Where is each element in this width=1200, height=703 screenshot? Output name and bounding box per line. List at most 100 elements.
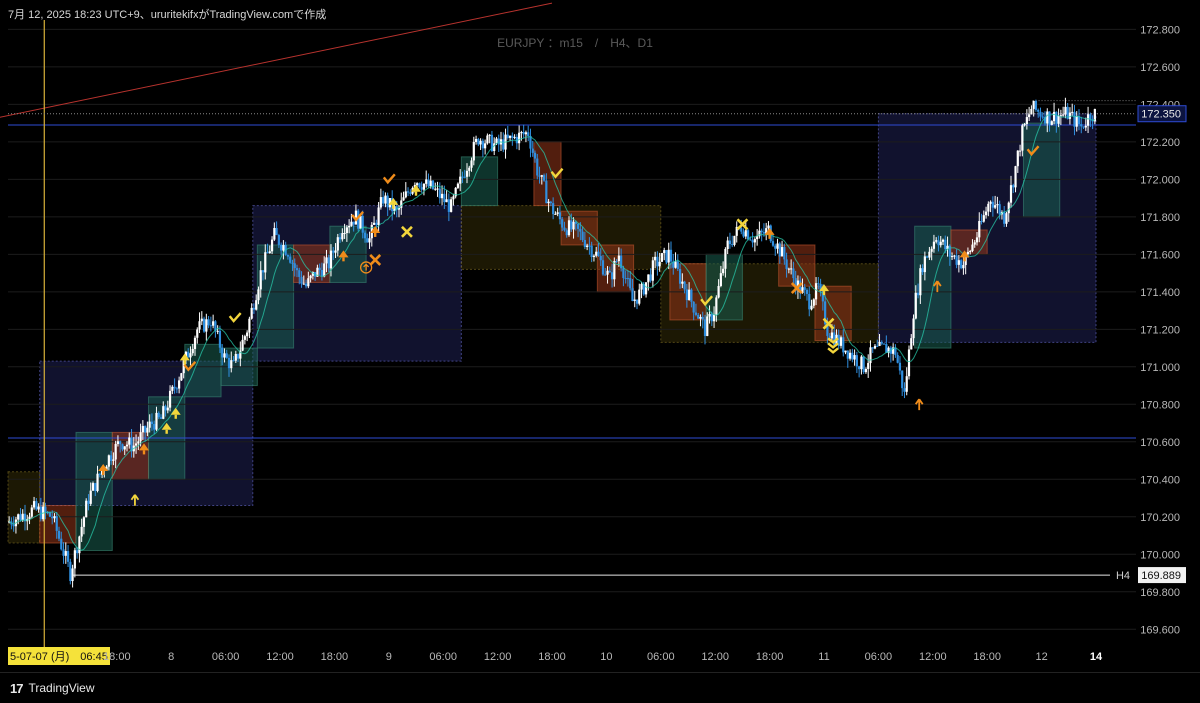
candle-body xyxy=(255,300,258,310)
candle-body xyxy=(87,500,90,504)
candle-body xyxy=(295,268,299,271)
triangle-stem xyxy=(414,191,418,196)
candle-body xyxy=(293,263,296,269)
x-tick-label: 18:00 xyxy=(973,651,1001,663)
candle-body xyxy=(660,253,664,262)
candle-body xyxy=(447,199,450,212)
candle-body xyxy=(193,337,197,349)
zone-box-teal xyxy=(705,253,743,321)
candle-body xyxy=(325,257,328,264)
x-tick-label: 12:00 xyxy=(701,651,729,663)
candle-body xyxy=(71,568,74,582)
candle-body xyxy=(1037,109,1040,112)
candle-body xyxy=(1080,124,1083,127)
candle-body xyxy=(520,132,523,134)
candle-body xyxy=(80,526,83,537)
tradingview-logo[interactable]: 17 TradingView xyxy=(10,681,95,696)
candle xyxy=(771,232,775,247)
x-tick-label: 14 xyxy=(1090,651,1103,663)
candle-body xyxy=(848,352,852,359)
candle-body xyxy=(39,506,42,520)
candle-body xyxy=(121,444,124,450)
candle xyxy=(756,229,759,246)
candle xyxy=(200,311,203,326)
candle xyxy=(402,191,405,201)
candle-body xyxy=(508,135,512,138)
candle-body xyxy=(252,307,256,310)
x-tick-label: 18:00 xyxy=(756,651,784,663)
candle xyxy=(529,128,532,158)
candle-body xyxy=(987,203,990,212)
x-tick-label: 11 xyxy=(818,651,829,663)
candle-body xyxy=(1016,150,1019,167)
candle-body xyxy=(382,197,385,204)
x-tick-label: 18:00 xyxy=(103,651,131,663)
candle-body xyxy=(842,337,845,353)
signal-check xyxy=(382,173,396,185)
candle-body xyxy=(73,550,76,569)
candle-body xyxy=(60,538,63,550)
candle-body xyxy=(1075,116,1078,127)
candle-body xyxy=(178,380,181,389)
candle-body xyxy=(144,426,147,433)
candle-body xyxy=(94,483,97,492)
candle-body xyxy=(692,301,695,313)
candle-body xyxy=(567,220,571,236)
candle xyxy=(69,558,72,585)
tradingview-logo-icon: 17 xyxy=(10,680,24,696)
candle-body xyxy=(438,188,441,199)
candle xyxy=(445,190,448,203)
candle-body xyxy=(345,227,348,234)
candle-body xyxy=(348,225,351,228)
candle-body xyxy=(377,207,380,225)
candle-body xyxy=(189,353,192,358)
candle-body xyxy=(975,237,979,243)
candle-body xyxy=(542,175,546,181)
candle xyxy=(422,183,426,196)
y-tick-label: 171.600 xyxy=(1140,249,1180,261)
chevron-down-icon xyxy=(827,347,839,354)
candle xyxy=(436,181,439,197)
candle-body xyxy=(882,343,886,345)
candle-body xyxy=(633,299,636,302)
candle-body xyxy=(216,330,219,332)
candle-body xyxy=(583,239,586,247)
candle-body xyxy=(790,268,793,270)
candle-body xyxy=(62,549,65,556)
candle-body xyxy=(565,230,568,236)
candle-body xyxy=(984,211,988,216)
candle-body xyxy=(654,256,657,261)
candle xyxy=(246,330,249,342)
candle xyxy=(638,283,641,306)
candle-body xyxy=(604,274,607,276)
candle-body xyxy=(336,237,339,251)
candle xyxy=(524,130,528,143)
trendline xyxy=(0,2,553,118)
candle-body xyxy=(329,250,333,269)
candle-body xyxy=(808,293,811,310)
candle-body xyxy=(82,517,86,527)
y-tick-label: 172.600 xyxy=(1140,62,1180,74)
candle-body xyxy=(667,249,670,263)
candle-body xyxy=(563,227,566,231)
candle xyxy=(873,344,877,350)
x-tick-label: 18:00 xyxy=(321,651,349,663)
candle-body xyxy=(880,342,883,344)
candle-body xyxy=(814,283,818,300)
candle-body xyxy=(1068,112,1072,119)
price-chart[interactable]: EURJPY ：m15 / H4、D1 169.600 169.800 170.00… xyxy=(0,0,1200,672)
candle-body xyxy=(350,221,353,226)
brand-name: TradingView xyxy=(28,681,95,695)
candle-body xyxy=(1018,150,1022,152)
candle-body xyxy=(867,363,870,369)
candle xyxy=(844,350,847,355)
candle-body xyxy=(960,260,963,269)
candle-body xyxy=(926,256,929,258)
candle-body xyxy=(291,262,294,264)
candle-body xyxy=(153,423,156,430)
candle-body xyxy=(180,373,183,381)
candle-body xyxy=(658,261,661,267)
candle xyxy=(62,542,65,564)
current-price-label: 172.350 xyxy=(1141,109,1181,121)
candle xyxy=(64,542,67,564)
